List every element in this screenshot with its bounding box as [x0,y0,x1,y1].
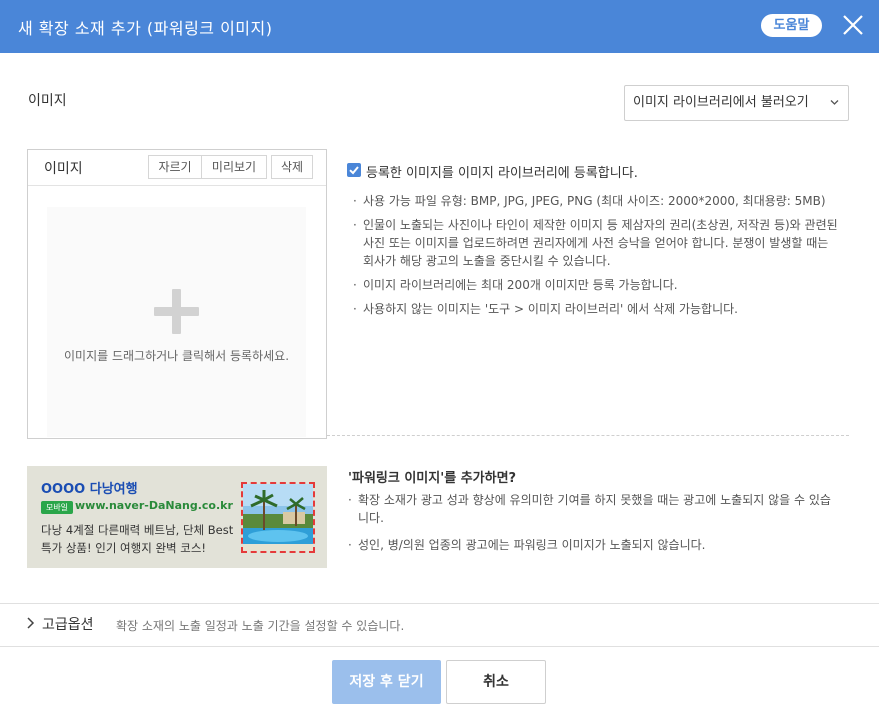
ad-preview-desc: 다낭 4계절 다른매력 베트남, 단체 Best 특가 상품! 인기 여행지 완… [41,523,234,555]
chevron-down-icon [830,100,839,105]
powerlink-info-list: 확장 소재가 광고 성과 향상에 유의미한 기여를 하지 못했을 때는 광고에 … [346,491,838,563]
close-icon [843,15,863,35]
save-and-close-button[interactable]: 저장 후 닫기 [332,660,441,704]
image-section-label: 이미지 [28,93,67,109]
ad-preview: OOOO 다낭여행 모바일 www.naver-DaNang.co.kr 다낭 … [27,466,327,568]
drop-zone-text: 이미지를 드래그하거나 클릭해서 등록하세요. [63,349,290,363]
crop-button[interactable]: 자르기 [148,155,202,179]
advanced-options-desc: 확장 소재의 노출 일정과 노출 기간을 설정할 수 있습니다. [116,619,405,633]
help-button[interactable]: 도움말 [761,14,822,37]
info-item: 사용하지 않는 이미지는 '도구 > 이미지 라이브러리' 에서 삭제 가능합니… [351,300,843,318]
info-item: 인물이 노출되는 사진이나 타인이 제작한 이미지 등 제삼자의 권리(초상권,… [351,216,843,270]
cancel-button[interactable]: 취소 [446,660,546,704]
register-library-checkbox[interactable] [347,163,361,177]
mobile-badge: 모바일 [41,501,73,514]
info-item: 사용 가능 파일 유형: BMP, JPG, JPEG, PNG (최대 사이즈… [351,192,843,210]
divider [0,646,879,647]
plus-icon [154,289,199,334]
powerlink-info-item: 확장 소재가 광고 성과 향상에 유의미한 기여를 하지 못했을 때는 광고에 … [346,491,838,527]
library-select-label: 이미지 라이브러리에서 불러오기 [633,95,809,110]
dialog-header: 새 확장 소재 추가 (파워링크 이미지) 도움말 [0,0,879,53]
check-icon [349,166,359,175]
dashed-divider [327,435,849,436]
image-info-list: 사용 가능 파일 유형: BMP, JPG, JPEG, PNG (최대 사이즈… [351,192,843,324]
ad-preview-url: www.naver-DaNang.co.kr [75,499,233,512]
register-library-label: 등록한 이미지를 이미지 라이브러리에 등록합니다. [366,166,638,181]
chevron-right-icon[interactable] [25,616,35,630]
powerlink-info-item: 성인, 병/의원 업종의 광고에는 파워링크 이미지가 노출되지 않습니다. [346,536,838,554]
image-box-header: 이미지 자르기 미리보기 삭제 [28,150,326,186]
close-button[interactable] [841,13,865,37]
preview-button[interactable]: 미리보기 [201,155,267,179]
ad-preview-title: OOOO 다낭여행 [41,482,138,497]
dialog-title: 새 확장 소재 추가 (파워링크 이미지) [18,19,273,38]
divider [0,603,879,604]
resort-thumbnail-image [241,482,315,553]
image-upload-box: 이미지 자르기 미리보기 삭제 이미지를 드래그하거나 클릭해서 등록하세요. [27,149,327,439]
image-box-title: 이미지 [44,161,83,177]
delete-button[interactable]: 삭제 [271,155,313,179]
powerlink-title: '파워링크 이미지'를 추가하면? [348,471,517,486]
image-drop-zone[interactable]: 이미지를 드래그하거나 클릭해서 등록하세요. [47,207,306,437]
library-select[interactable]: 이미지 라이브러리에서 불러오기 [624,85,849,121]
info-item: 이미지 라이브러리에는 최대 200개 이미지만 등록 가능합니다. [351,276,843,294]
advanced-options-toggle[interactable]: 고급옵션 [42,614,94,634]
